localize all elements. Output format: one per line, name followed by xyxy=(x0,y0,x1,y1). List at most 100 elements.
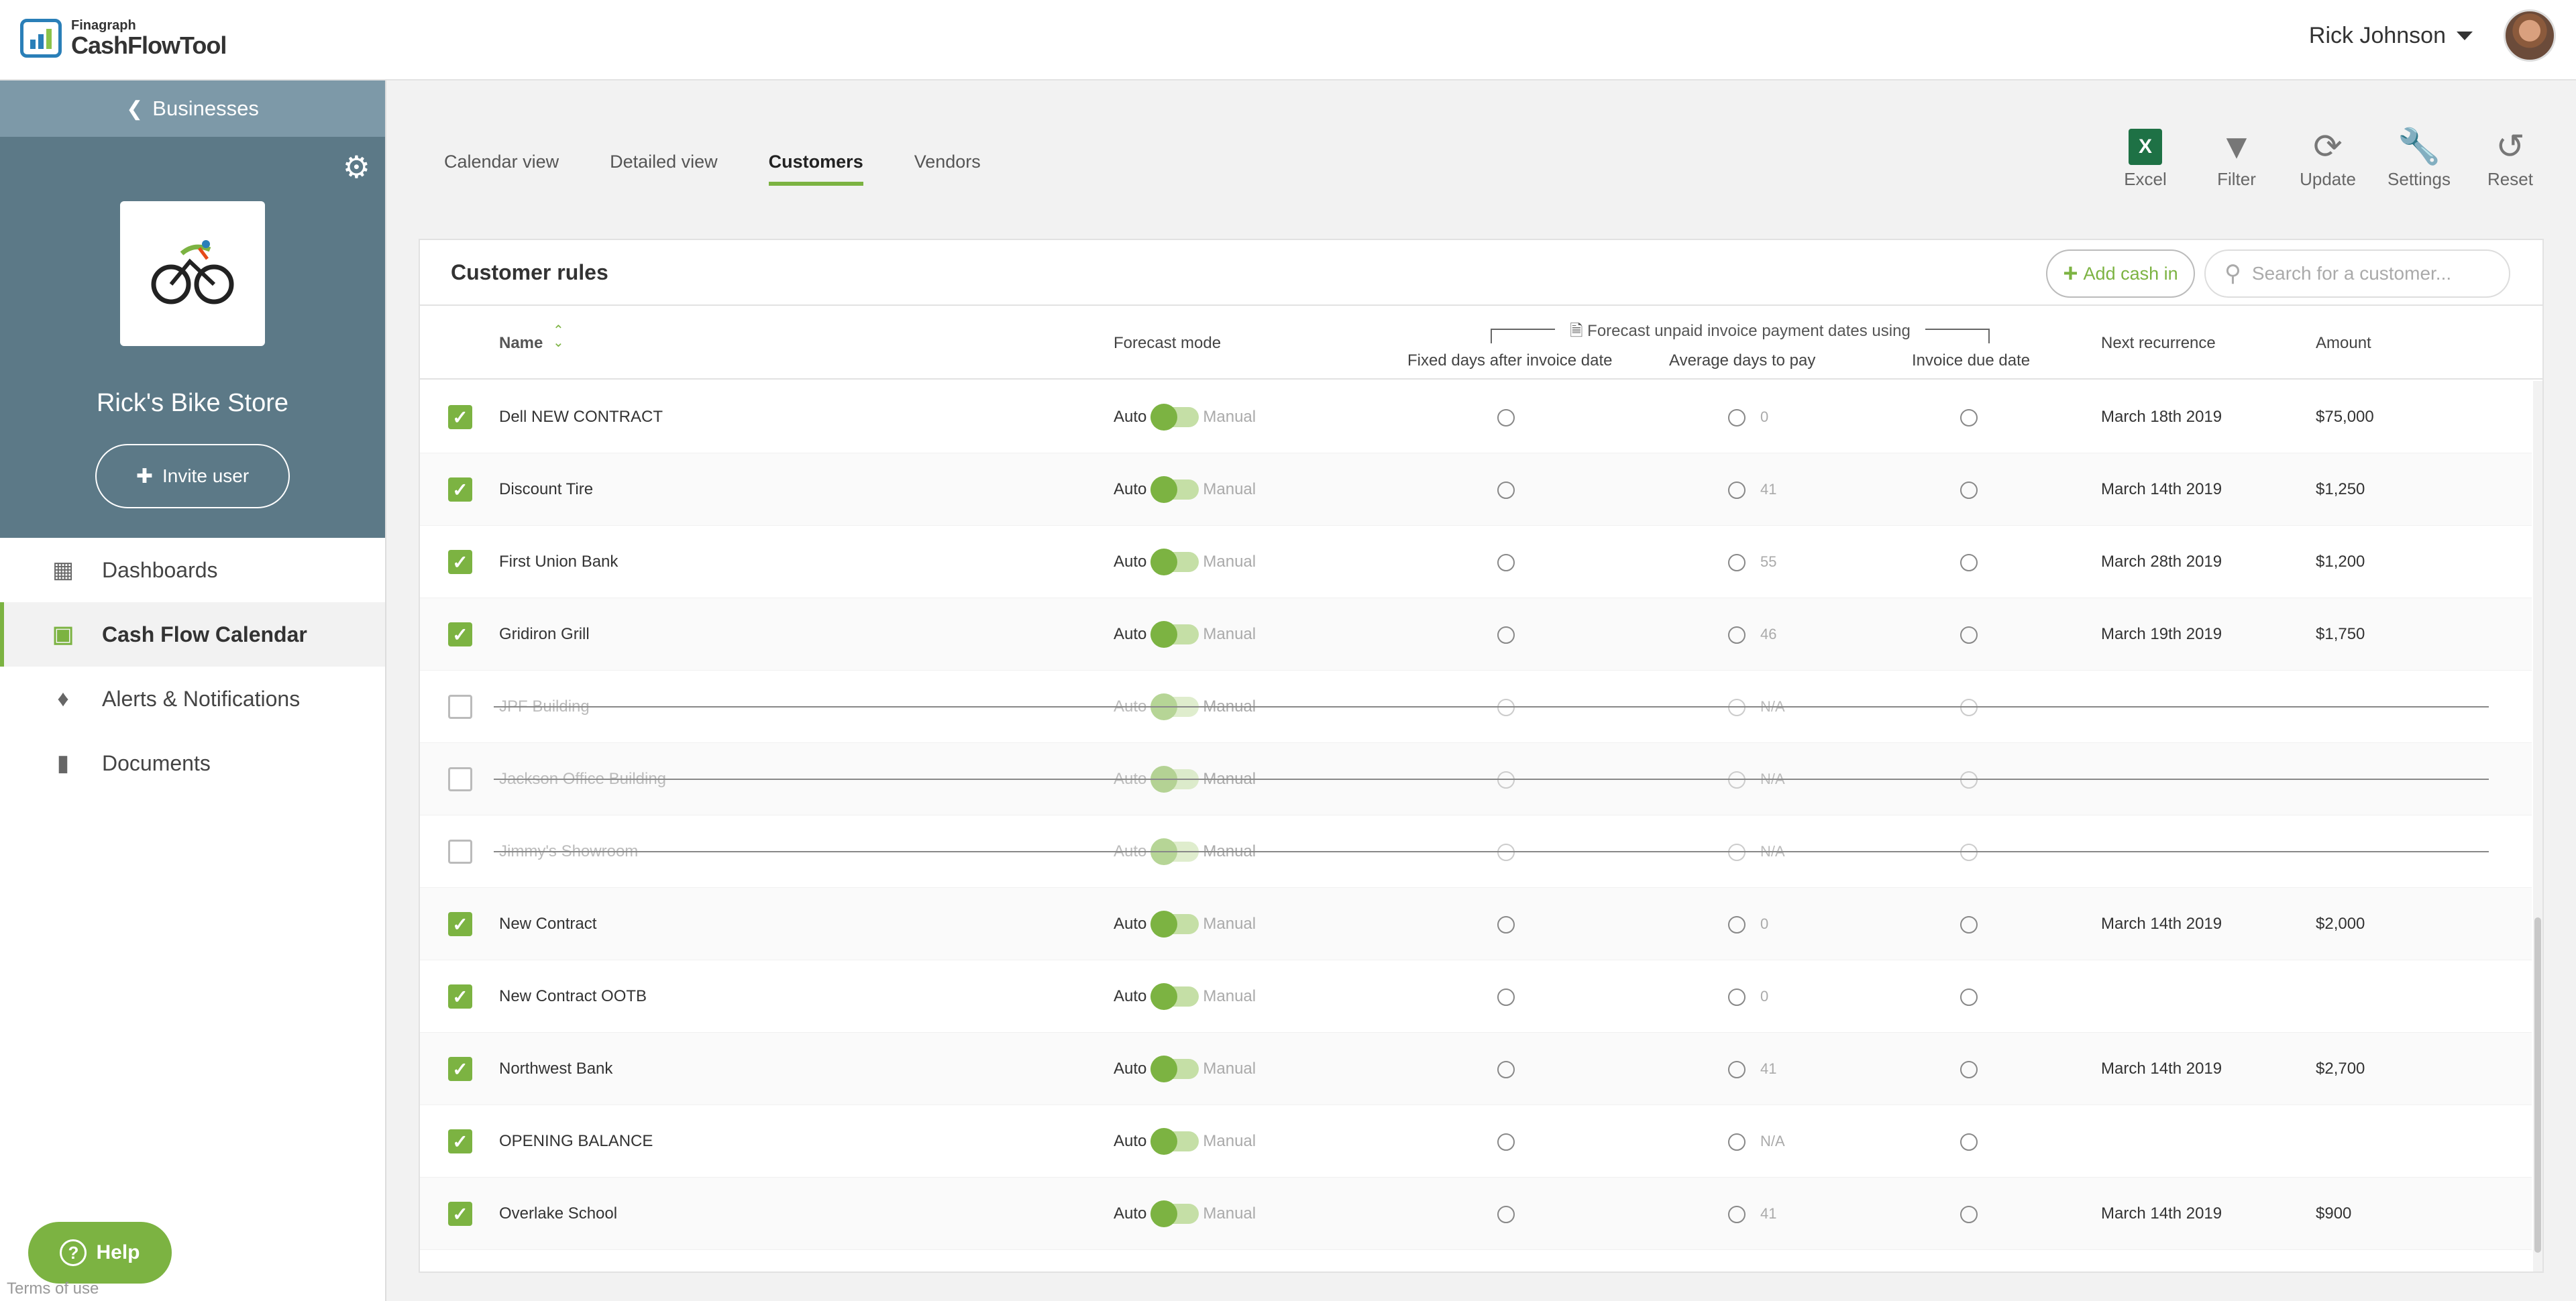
user-name[interactable]: Rick Johnson xyxy=(2309,23,2446,49)
gear-icon[interactable]: ⚙ xyxy=(343,152,370,182)
mode-switch[interactable] xyxy=(1150,476,1199,503)
col-next-recurrence: Next recurrence xyxy=(2101,334,2216,352)
radio-fixed-days[interactable] xyxy=(1497,988,1515,1006)
tab-detailed-view[interactable]: Detailed view xyxy=(610,152,718,186)
row-checkbox[interactable]: ✓ xyxy=(448,622,472,646)
forecast-mode-toggle[interactable]: Auto Manual xyxy=(1114,381,1256,453)
terms-link[interactable]: Terms of use xyxy=(7,1280,99,1298)
row-checkbox[interactable]: ✓ xyxy=(448,477,472,502)
radio-invoice-due[interactable] xyxy=(1960,1206,1978,1223)
forecast-mode-toggle[interactable]: Auto Manual xyxy=(1114,1178,1256,1250)
radio-invoice-due[interactable] xyxy=(1960,771,1978,789)
row-checkbox[interactable]: ✓ xyxy=(448,1057,472,1081)
radio-fixed-days[interactable] xyxy=(1497,626,1515,644)
forecast-mode-toggle[interactable]: Auto Manual xyxy=(1114,598,1256,671)
mode-switch[interactable] xyxy=(1150,1200,1199,1227)
forecast-mode-toggle[interactable]: Auto Manual xyxy=(1114,1033,1256,1105)
mode-switch[interactable] xyxy=(1150,1128,1199,1155)
add-cash-in-button[interactable]: + Add cash in xyxy=(2046,249,2195,298)
radio-invoice-due[interactable] xyxy=(1960,482,1978,499)
nav-cash-flow-calendar[interactable]: ▣ Cash Flow Calendar xyxy=(0,602,385,667)
nav-dashboards[interactable]: ▦ Dashboards xyxy=(0,538,385,602)
row-checkbox[interactable]: ✓ xyxy=(448,1202,472,1226)
radio-fixed-days[interactable] xyxy=(1497,916,1515,934)
radio-fixed-days[interactable] xyxy=(1497,1133,1515,1151)
scrollbar[interactable] xyxy=(2533,381,2542,1271)
radio-fixed-days[interactable] xyxy=(1497,844,1515,861)
radio-average-days[interactable] xyxy=(1728,916,1746,934)
row-checkbox[interactable]: ✓ xyxy=(448,984,472,1009)
settings-button[interactable]: 🔧 Settings xyxy=(2373,125,2465,190)
row-checkbox[interactable]: ✓ xyxy=(448,550,472,574)
logo-chart-icon xyxy=(20,19,62,58)
customer-search[interactable]: ⚲ xyxy=(2204,249,2510,298)
nav-documents[interactable]: ▮ Documents xyxy=(0,731,385,795)
row-checkbox[interactable] xyxy=(448,840,472,864)
reset-button[interactable]: ↺ Reset xyxy=(2465,125,2556,190)
radio-invoice-due[interactable] xyxy=(1960,1061,1978,1078)
radio-fixed-days[interactable] xyxy=(1497,1206,1515,1223)
tab-calendar-view[interactable]: Calendar view xyxy=(444,152,559,186)
radio-invoice-due[interactable] xyxy=(1960,844,1978,861)
radio-invoice-due[interactable] xyxy=(1960,988,1978,1006)
mode-switch[interactable] xyxy=(1150,549,1199,575)
update-button[interactable]: ⟳ Update xyxy=(2282,125,2373,190)
radio-average-days[interactable] xyxy=(1728,988,1746,1006)
radio-invoice-due[interactable] xyxy=(1960,554,1978,571)
radio-fixed-days[interactable] xyxy=(1497,482,1515,499)
tab-customers[interactable]: Customers xyxy=(768,152,863,186)
app-logo[interactable]: Finagraph CashFlowTool xyxy=(20,19,227,58)
row-checkbox[interactable] xyxy=(448,767,472,791)
tab-vendors[interactable]: Vendors xyxy=(914,152,981,186)
caret-down-icon[interactable] xyxy=(2457,31,2473,40)
mode-switch[interactable] xyxy=(1150,404,1199,431)
nav-alerts[interactable]: ♦ Alerts & Notifications xyxy=(0,667,385,731)
back-to-businesses-button[interactable]: ❮ Businesses xyxy=(0,80,385,137)
row-checkbox[interactable]: ✓ xyxy=(448,912,472,936)
radio-invoice-due[interactable] xyxy=(1960,916,1978,934)
avatar[interactable] xyxy=(2504,9,2556,62)
search-input[interactable] xyxy=(2251,263,2480,284)
row-checkbox[interactable]: ✓ xyxy=(448,1129,472,1153)
mode-switch[interactable] xyxy=(1150,1056,1199,1082)
forecast-mode-toggle[interactable]: Auto Manual xyxy=(1114,960,1256,1033)
radio-average-days[interactable] xyxy=(1728,1133,1746,1151)
mode-switch[interactable] xyxy=(1150,621,1199,648)
excel-button[interactable]: X Excel xyxy=(2100,125,2191,190)
forecast-mode-toggle[interactable]: Auto Manual xyxy=(1114,1105,1256,1178)
radio-invoice-due[interactable] xyxy=(1960,699,1978,716)
average-days-value: 41 xyxy=(1760,1060,1777,1077)
radio-invoice-due[interactable] xyxy=(1960,1133,1978,1151)
sort-icon[interactable]: ⌃ ⌄ xyxy=(553,324,564,349)
mode-switch[interactable] xyxy=(1150,983,1199,1010)
radio-fixed-days[interactable] xyxy=(1497,554,1515,571)
radio-invoice-due[interactable] xyxy=(1960,409,1978,427)
radio-average-days[interactable] xyxy=(1728,626,1746,644)
row-checkbox[interactable]: ✓ xyxy=(448,405,472,429)
radio-invoice-due[interactable] xyxy=(1960,626,1978,644)
radio-fixed-days[interactable] xyxy=(1497,409,1515,427)
radio-average-days[interactable] xyxy=(1728,1206,1746,1223)
radio-average-days[interactable] xyxy=(1728,699,1746,716)
forecast-mode-toggle[interactable]: Auto Manual xyxy=(1114,453,1256,526)
radio-average-days[interactable] xyxy=(1728,482,1746,499)
col-group-forecast-using: 🗎 Forecast unpaid invoice payment dates … xyxy=(1570,322,1911,340)
forecast-mode-toggle[interactable]: Auto Manual xyxy=(1114,526,1256,598)
radio-average-days[interactable] xyxy=(1728,554,1746,571)
filter-button[interactable]: ▼ Filter xyxy=(2191,125,2282,190)
scroll-thumb[interactable] xyxy=(2534,917,2541,1253)
help-button[interactable]: ? Help xyxy=(28,1222,172,1284)
radio-average-days[interactable] xyxy=(1728,844,1746,861)
user-menu[interactable]: Rick Johnson xyxy=(2309,9,2556,62)
radio-fixed-days[interactable] xyxy=(1497,1061,1515,1078)
invite-user-button[interactable]: ✚ Invite user xyxy=(95,444,290,508)
col-name[interactable]: Name xyxy=(499,334,543,353)
radio-fixed-days[interactable] xyxy=(1497,771,1515,789)
radio-average-days[interactable] xyxy=(1728,409,1746,427)
row-checkbox[interactable] xyxy=(448,695,472,719)
radio-average-days[interactable] xyxy=(1728,1061,1746,1078)
forecast-mode-toggle[interactable]: Auto Manual xyxy=(1114,888,1256,960)
radio-average-days[interactable] xyxy=(1728,771,1746,789)
radio-fixed-days[interactable] xyxy=(1497,699,1515,716)
mode-switch[interactable] xyxy=(1150,911,1199,938)
